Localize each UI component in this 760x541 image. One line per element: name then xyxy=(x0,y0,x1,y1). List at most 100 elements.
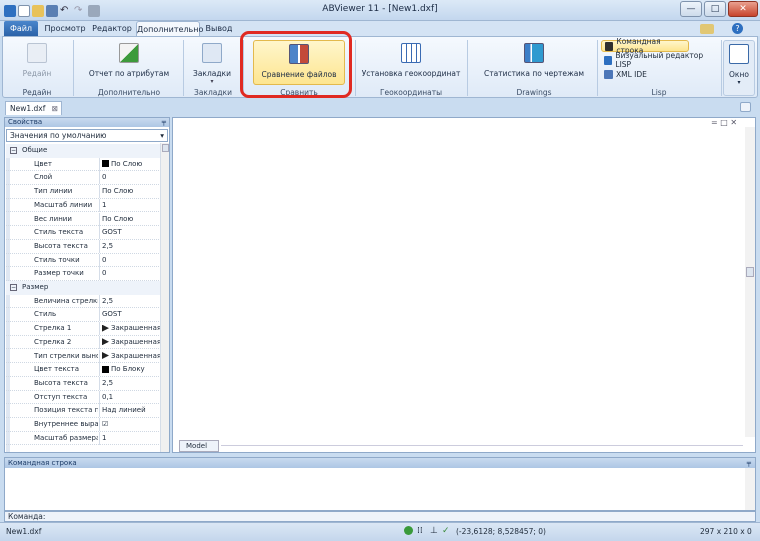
property-value[interactable]: 0 xyxy=(99,171,163,185)
red-highlight-frame xyxy=(240,31,352,98)
property-row[interactable]: Тип линии По Слою xyxy=(6,185,163,199)
property-value[interactable]: GOST xyxy=(99,226,163,240)
property-row[interactable]: Вес линии По Слою xyxy=(6,212,163,227)
command-line-icon xyxy=(605,41,614,51)
maximize-button[interactable]: □ xyxy=(704,1,726,17)
property-value[interactable]: Над линией xyxy=(99,404,163,418)
property-value-text: 2,5 xyxy=(102,241,114,250)
visual-lisp-editor-button[interactable]: Визуальный редактор LISP xyxy=(601,51,717,69)
help-icon[interactable]: ? xyxy=(732,23,743,34)
property-row[interactable]: Цвет По Слою xyxy=(6,157,163,172)
property-row[interactable]: Отступ текста 0,1 xyxy=(6,390,163,405)
collapse-ribbon-icon[interactable] xyxy=(740,102,751,112)
property-row[interactable]: Цвет текста По Блоку xyxy=(6,363,163,377)
properties-scrollbar[interactable] xyxy=(160,143,169,452)
expand-collapse-icon[interactable]: − xyxy=(10,284,17,291)
pin-icon[interactable]: ╤ xyxy=(747,458,751,468)
category-size[interactable]: − Размер xyxy=(6,281,163,295)
property-value[interactable]: ☑ xyxy=(99,418,163,431)
property-value[interactable]: 2,5 xyxy=(99,294,163,308)
property-value[interactable]: По Блоку xyxy=(99,363,163,377)
tab-file[interactable]: Файл xyxy=(4,21,38,36)
category-general[interactable]: − Общие xyxy=(6,144,163,158)
property-value-text: GOST xyxy=(102,228,122,237)
group-separator xyxy=(183,40,184,96)
property-row[interactable]: Стрелка 1 Закрашенная xyxy=(6,322,163,336)
minimize-button[interactable]: — xyxy=(680,1,702,17)
horizontal-scroll-track[interactable] xyxy=(221,445,743,452)
property-label: Цвет xyxy=(34,159,52,168)
polar-icon[interactable]: ✓ xyxy=(442,526,450,536)
drawing-statistics-button[interactable]: Статистика по чертежам xyxy=(473,40,595,86)
property-value[interactable]: Закрашенная xyxy=(99,335,163,349)
property-row[interactable]: Внутреннее выравнивание ☑ xyxy=(6,418,163,432)
ortho-icon[interactable]: ⊥ xyxy=(430,526,438,536)
window-button[interactable]: Окно ▾ xyxy=(723,40,755,96)
status-bar: New1.dxf ⁞⁞ ⊥ ✓ (-23,6128; 8,528457; 0) … xyxy=(0,522,760,541)
property-value[interactable]: 1 xyxy=(99,198,163,212)
document-tab[interactable]: New1.dxf ⊠ xyxy=(5,101,62,115)
property-row[interactable]: Слой 0 xyxy=(6,171,163,186)
command-panel-header: Командная строка ╤ xyxy=(5,458,755,468)
close-button[interactable]: ✕ xyxy=(728,1,758,17)
property-label: Вес линии xyxy=(34,214,72,223)
property-value-text: Закрашенная xyxy=(111,337,162,346)
property-value[interactable]: 0,1 xyxy=(99,390,163,404)
property-row[interactable]: Стиль текста GOST xyxy=(6,226,163,240)
property-value[interactable]: Закрашенная xyxy=(99,349,163,363)
property-row[interactable]: Масштаб размера 1 xyxy=(6,431,163,446)
property-value[interactable]: 2,5 xyxy=(99,239,163,253)
style-icon[interactable] xyxy=(700,24,714,34)
properties-combo[interactable]: Значения по умолчанию ▾ xyxy=(6,129,168,142)
property-value[interactable]: По Слою xyxy=(99,157,163,171)
property-label: Внутреннее выравнивание xyxy=(34,420,98,428)
property-value-text: 2,5 xyxy=(102,296,114,305)
property-row[interactable]: Высота текста 2,5 xyxy=(6,239,163,254)
drawing-canvas[interactable]: = □ ✕ Model xyxy=(172,117,756,453)
property-row[interactable]: Позиция текста по вертикали Над линией xyxy=(6,404,163,418)
pin-icon[interactable]: ╤ xyxy=(162,118,166,127)
property-value[interactable]: 0 xyxy=(99,253,163,267)
xml-ide-button[interactable]: XML IDE xyxy=(601,68,661,80)
property-value-text: 0 xyxy=(102,173,107,182)
command-input[interactable]: Команда: xyxy=(4,511,756,522)
property-row[interactable]: Высота текста 2,5 xyxy=(6,376,163,391)
property-value[interactable]: 2,5 xyxy=(99,376,163,390)
geocoordinates-button[interactable]: Установка геокоординат xyxy=(359,40,463,86)
arrowhead-icon xyxy=(102,352,109,359)
property-value-text: 0 xyxy=(102,255,107,264)
property-row[interactable]: Стиль точки 0 xyxy=(6,253,163,268)
command-scrollbar[interactable] xyxy=(745,468,755,510)
property-label: Высота текста xyxy=(34,378,88,387)
bookmarks-button[interactable]: Закладки ▾ xyxy=(187,40,237,86)
property-value[interactable]: GOST xyxy=(99,308,163,322)
tab-additional[interactable]: Дополнительно xyxy=(136,21,203,36)
property-value[interactable]: Закрашенная xyxy=(99,322,163,336)
property-row[interactable]: Тип стрелки выноски Закрашенная xyxy=(6,349,163,364)
chevron-down-icon: ▾ xyxy=(737,79,741,86)
tab-output[interactable]: Вывод xyxy=(202,21,236,36)
canvas-window-controls[interactable]: = □ ✕ xyxy=(711,118,737,127)
property-row[interactable]: Размер точки 0 xyxy=(6,267,163,281)
redline-button[interactable]: Редайн xyxy=(9,40,65,86)
tab-editor[interactable]: Редактор xyxy=(90,21,134,36)
property-row[interactable]: Стрелка 2 Закрашенная xyxy=(6,335,163,350)
property-label: Стиль текста xyxy=(34,228,84,237)
layout-tab-model[interactable]: Model xyxy=(179,440,219,452)
snap-icon[interactable] xyxy=(404,526,413,535)
command-panel: Командная строка ╤ xyxy=(4,457,756,511)
expand-collapse-icon[interactable]: − xyxy=(10,147,17,154)
property-value[interactable]: 1 xyxy=(99,431,163,445)
attribute-report-button[interactable]: Отчет по атрибутам xyxy=(77,40,181,86)
property-value[interactable]: По Слою xyxy=(99,212,163,226)
property-row[interactable]: Масштаб линии 1 xyxy=(6,198,163,213)
tab-view[interactable]: Просмотр xyxy=(42,21,88,36)
close-icon[interactable]: ⊠ xyxy=(52,102,58,115)
property-value[interactable]: 0 xyxy=(99,267,163,281)
property-row[interactable]: Величина стрелки 2,5 xyxy=(6,294,163,309)
grid-icon[interactable]: ⁞⁞ xyxy=(417,526,423,536)
property-value[interactable]: По Слою xyxy=(99,185,163,199)
canvas-vertical-scrollbar[interactable] xyxy=(745,127,755,437)
property-row[interactable]: Стиль GOST xyxy=(6,308,163,323)
group-label-geocoordinates: Геокоординаты xyxy=(379,88,443,97)
